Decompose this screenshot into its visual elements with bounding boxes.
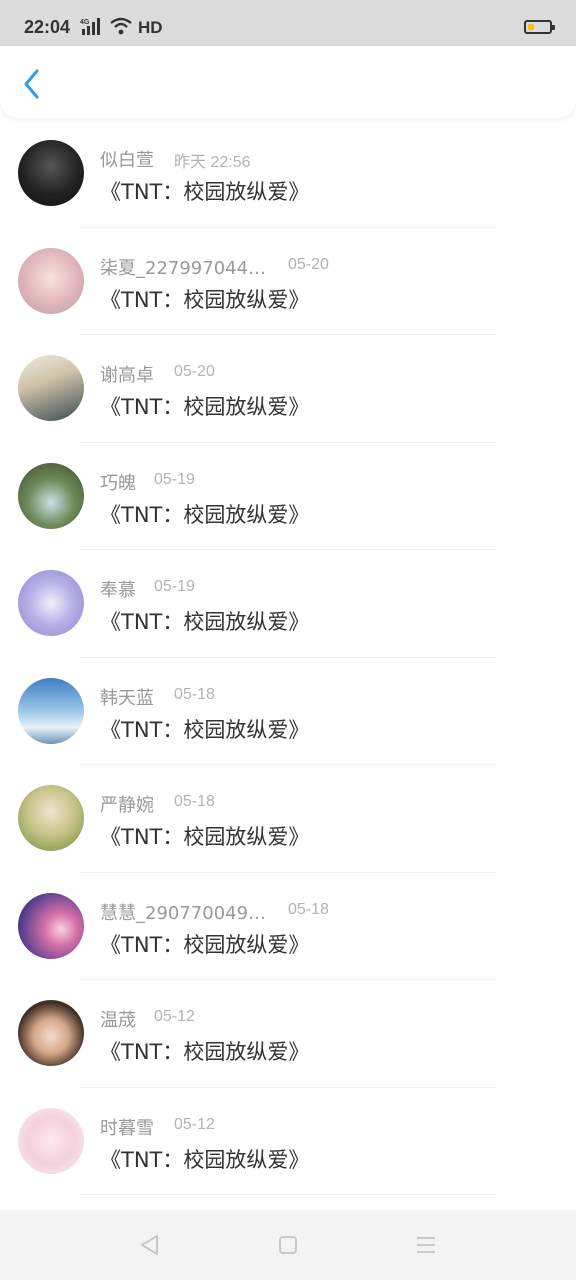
nav-back-button[interactable] [137, 1232, 163, 1258]
user-name: 慧慧_2907700494... [100, 902, 268, 924]
list-item[interactable]: 奉慕 05-19 《TNT：校园放纵爱》 [0, 550, 576, 658]
comment-time: 05-12 [154, 1008, 195, 1025]
user-name: 谢高卓 [100, 365, 154, 386]
nav-home-button[interactable] [275, 1232, 301, 1258]
comment-time: 05-20 [288, 255, 329, 273]
list-item[interactable]: 巧魄 05-19 《TNT：校园放纵爱》 [0, 443, 576, 550]
list-item[interactable]: 谢高卓 05-20 《TNT：校园放纵爱》 [0, 335, 576, 443]
avatar[interactable] [18, 1107, 84, 1174]
reader-list: 似白萱 昨天 22:56 《TNT：校园放纵爱》 柒夏_2279970449..… [0, 120, 576, 1195]
network-type-label: 4G [80, 19, 90, 26]
book-title: 《TNT：校园放纵爱》 [100, 287, 310, 312]
avatar[interactable] [18, 892, 84, 959]
wifi-icon [110, 17, 132, 39]
divider [80, 1194, 496, 1195]
comment-time: 昨天 22:56 [174, 154, 251, 171]
user-name: 严静婉 [100, 795, 154, 816]
chevron-left-icon [24, 69, 39, 99]
battery-low-icon [524, 20, 555, 34]
avatar[interactable] [18, 1000, 84, 1066]
comment-time: 05-12 [174, 1115, 215, 1133]
user-name: 韩天蓝 [100, 687, 154, 709]
comment-time: 05-19 [154, 578, 195, 595]
avatar[interactable] [18, 570, 84, 636]
signal-icon: 4G [80, 17, 104, 39]
comment-time: 05-18 [288, 900, 329, 918]
triangle-back-icon [141, 1235, 158, 1255]
list-item[interactable]: 似白萱 昨天 22:56 《TNT：校园放纵爱》 [0, 120, 576, 228]
list-item[interactable]: 严静婉 05-18 《TNT：校园放纵爱》 [0, 765, 576, 873]
list-item[interactable]: 慧慧_2907700494... 05-18 《TNT：校园放纵爱》 [0, 873, 576, 980]
square-home-icon [279, 1236, 297, 1254]
user-name: 柒夏_2279970449... [100, 257, 268, 279]
avatar[interactable] [18, 140, 84, 206]
book-title: 《TNT：校园放纵爱》 [100, 932, 310, 957]
avatar[interactable] [18, 462, 84, 529]
status-bar: 22:04 4G HD [0, 0, 576, 46]
list-item[interactable]: 韩天蓝 05-18 《TNT：校园放纵爱》 [0, 658, 576, 765]
back-button[interactable] [16, 66, 48, 102]
avatar[interactable] [18, 247, 84, 314]
nav-menu-button[interactable] [413, 1232, 439, 1258]
book-title: 《TNT：校园放纵爱》 [100, 1147, 310, 1172]
user-name: 时暮雪 [100, 1117, 154, 1139]
book-title: 《TNT：校园放纵爱》 [100, 502, 310, 527]
book-title: 《TNT：校园放纵爱》 [100, 717, 310, 742]
book-title: 《TNT：校园放纵爱》 [100, 610, 310, 634]
menu-lines-icon [417, 1237, 435, 1253]
comment-time: 05-18 [174, 685, 215, 703]
list-item[interactable]: 温荿 05-12 《TNT：校园放纵爱》 [0, 980, 576, 1088]
list-item[interactable]: 时暮雪 05-12 《TNT：校园放纵爱》 [0, 1088, 576, 1195]
avatar[interactable] [18, 355, 84, 421]
book-title: 《TNT：校园放纵爱》 [100, 825, 310, 849]
book-title: 《TNT：校园放纵爱》 [100, 1040, 310, 1064]
comment-time: 05-18 [174, 793, 215, 810]
book-title: 《TNT：校园放纵爱》 [100, 395, 310, 419]
avatar[interactable] [18, 677, 84, 744]
system-nav-bar [0, 1210, 576, 1280]
book-title: 《TNT：校园放纵爱》 [100, 180, 310, 204]
status-icons: 4G HD [80, 17, 163, 39]
user-name: 巧魄 [100, 472, 136, 494]
user-name: 温荿 [100, 1010, 136, 1031]
app-header [0, 46, 576, 118]
hd-label: HD [138, 18, 163, 37]
user-name: 似白萱 [100, 150, 154, 171]
list-item[interactable]: 柒夏_2279970449... 05-20 《TNT：校园放纵爱》 [0, 228, 576, 335]
user-name: 奉慕 [100, 580, 136, 601]
avatar[interactable] [18, 785, 84, 851]
comment-time: 05-20 [174, 363, 215, 380]
status-time: 22:04 [24, 17, 71, 37]
comment-time: 05-19 [154, 470, 195, 488]
